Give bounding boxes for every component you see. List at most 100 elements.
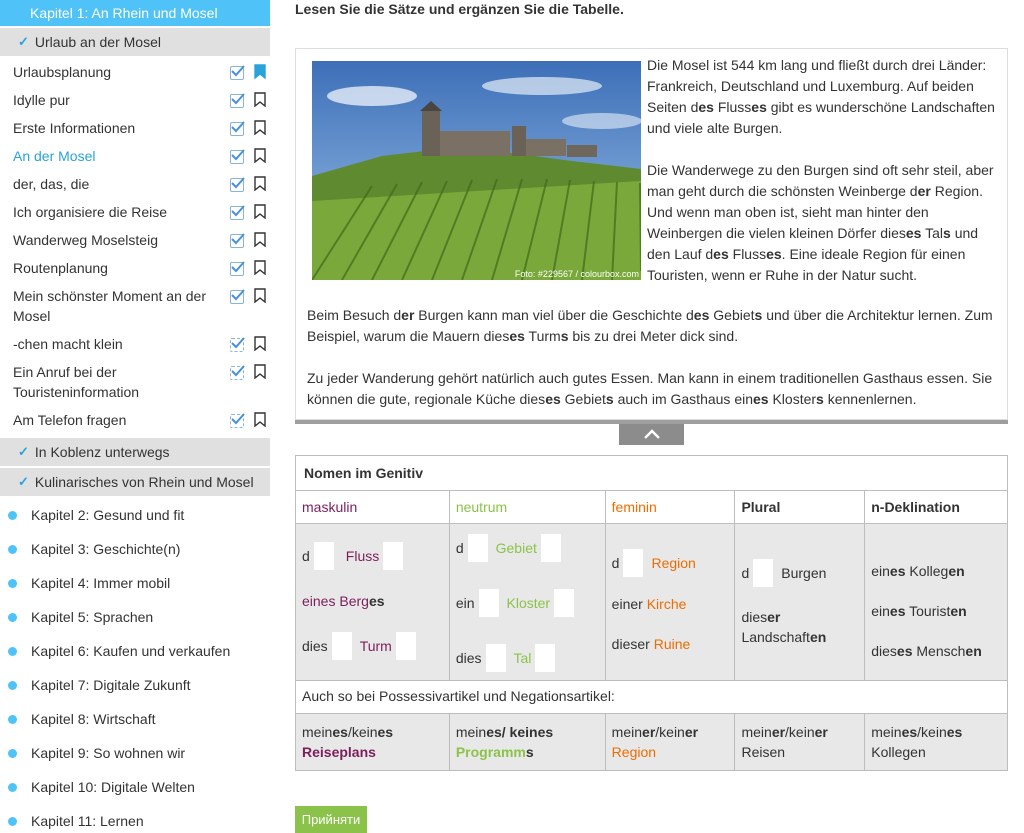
gap-input[interactable] bbox=[485, 644, 506, 672]
cell-plural: d Burgen dieser Landschaften bbox=[734, 523, 866, 681]
lesson-item[interactable]: Mein schönster Moment an der Mosel bbox=[0, 282, 270, 330]
word-ending: es bbox=[377, 724, 394, 740]
chapter-item[interactable]: Kapitel 7: Digitale Zukunft bbox=[0, 668, 270, 702]
bookmark-icon[interactable] bbox=[254, 120, 266, 138]
chapter-label: Kapitel 3: Geschichte(n) bbox=[31, 541, 181, 557]
lesson-item[interactable]: der, das, die bbox=[0, 170, 270, 198]
chapter-item[interactable]: Kapitel 2: Gesund und fit bbox=[0, 498, 270, 532]
table-note: Auch so bei Possessivartikel und Negatio… bbox=[295, 680, 1008, 714]
gap-input[interactable] bbox=[313, 542, 334, 570]
dot-icon bbox=[8, 680, 17, 690]
check-icon: ✓ bbox=[18, 474, 29, 489]
chevron-up-icon bbox=[643, 429, 660, 439]
gap-input[interactable] bbox=[383, 542, 404, 570]
lesson-item[interactable]: Ein Anruf bei der Touristeninformation bbox=[0, 358, 270, 406]
completed-check-icon bbox=[230, 205, 245, 220]
gap-input[interactable] bbox=[467, 534, 488, 562]
gap-input[interactable] bbox=[395, 632, 416, 660]
word-ending-es: es bbox=[368, 593, 385, 609]
word-burgen: Burgen bbox=[781, 565, 827, 581]
row-region: d Region bbox=[612, 547, 729, 579]
bookmark-icon[interactable] bbox=[254, 92, 266, 110]
lesson-label: Ein Anruf bei der Touristeninformation bbox=[13, 364, 140, 400]
mosel-photo: Foto: #229567 / colourbox.com bbox=[312, 61, 641, 280]
chapter-item[interactable]: Kapitel 9: So wohnen wir bbox=[0, 736, 270, 770]
lesson-item[interactable]: -chen macht klein bbox=[0, 330, 270, 358]
lesson-list: Urlaubsplanung Idylle pur Erste Informatio… bbox=[0, 58, 270, 434]
lesson-item[interactable]: An der Mosel bbox=[0, 142, 270, 170]
word-gebiet: Gebiet bbox=[495, 540, 537, 556]
bookmark-icon[interactable] bbox=[254, 288, 266, 306]
lesson-label: Am Telefon fragen bbox=[13, 412, 127, 428]
section-urlaub[interactable]: ✓ Urlaub an der Mosel bbox=[0, 28, 270, 56]
row-berges: eines Berg es bbox=[302, 585, 443, 617]
word-ending-en: en bbox=[809, 629, 827, 645]
gap-input[interactable] bbox=[554, 589, 575, 617]
chapter-item[interactable]: Kapitel 6: Kaufen und verkaufen bbox=[0, 634, 270, 668]
active-chapter[interactable]: Kapitel 1: An Rhein und Mosel bbox=[0, 0, 270, 26]
check-icon: ✓ bbox=[18, 444, 29, 459]
word-part: /kein bbox=[785, 724, 815, 740]
row-fluss: d Fluss bbox=[302, 540, 443, 572]
bookmark-icon[interactable] bbox=[254, 336, 266, 354]
chapter-item[interactable]: Kapitel 8: Wirtschaft bbox=[0, 702, 270, 736]
chapter-item[interactable]: Kapitel 4: Immer mobil bbox=[0, 566, 270, 600]
lesson-item[interactable]: Am Telefon fragen bbox=[0, 406, 270, 434]
lesson-item[interactable]: Ich organisiere die Reise bbox=[0, 198, 270, 226]
chapter-item[interactable]: Kapitel 10: Digitale Welten bbox=[0, 770, 270, 804]
chapter-item[interactable]: Kapitel 5: Sprachen bbox=[0, 600, 270, 634]
chapter-item[interactable]: Kapitel 3: Geschichte(n) bbox=[0, 532, 270, 566]
completed-check-icon bbox=[230, 177, 245, 192]
bookmark-icon[interactable] bbox=[254, 260, 266, 278]
chapter-label: Kapitel 2: Gesund und fit bbox=[31, 507, 185, 523]
section-koblenz[interactable]: ✓ In Koblenz unterwegs bbox=[0, 438, 270, 466]
section-kulinarisches[interactable]: ✓ Kulinarisches von Rhein und Mosel bbox=[0, 468, 270, 496]
word-fluss: Fluss bbox=[345, 548, 380, 564]
chapter-label: Kapitel 4: Immer mobil bbox=[31, 575, 171, 591]
cell-maskulin: d Fluss eines Berg es dies Turm bbox=[295, 523, 450, 681]
word-region: Region bbox=[651, 555, 696, 571]
gap-input[interactable] bbox=[540, 534, 561, 562]
lesson-item[interactable]: Wanderweg Moselsteig bbox=[0, 226, 270, 254]
word-ending: er bbox=[771, 724, 786, 740]
dot-icon bbox=[8, 816, 17, 826]
lesson-label: der, das, die bbox=[13, 176, 90, 192]
section-label: Urlaub an der Mosel bbox=[34, 34, 161, 50]
gap-input[interactable] bbox=[331, 632, 352, 660]
lesson-item[interactable]: Erste Informationen bbox=[0, 114, 270, 142]
text-paragraph-4: Zu jeder Wanderung gehört natürlich auch… bbox=[307, 370, 993, 407]
header-feminin: feminin bbox=[604, 490, 736, 524]
gap-input[interactable] bbox=[753, 559, 774, 587]
accept-button[interactable]: Прийняти bbox=[295, 806, 367, 833]
header-maskulin: maskulin bbox=[295, 490, 450, 524]
castle-vineyard-image bbox=[312, 61, 641, 280]
bookmark-icon[interactable] bbox=[254, 64, 266, 82]
bookmark-icon[interactable] bbox=[254, 204, 266, 222]
word-kirche: Kirche bbox=[646, 596, 687, 612]
lesson-label: Idylle pur bbox=[13, 92, 70, 108]
bookmark-icon[interactable] bbox=[254, 176, 266, 194]
foot-neutrum: meines/ keines Programms bbox=[448, 713, 606, 771]
chapter-label: Kapitel 10: Digitale Welten bbox=[31, 779, 195, 795]
word-ending: en bbox=[950, 603, 967, 619]
lesson-item[interactable]: Urlaubsplanung bbox=[0, 58, 270, 86]
completed-check-icon bbox=[230, 365, 245, 380]
lesson-item[interactable]: Routenplanung bbox=[0, 254, 270, 282]
row-tal: dies Tal bbox=[456, 642, 599, 674]
completed-check-icon bbox=[230, 289, 245, 304]
chapter-item[interactable]: Kapitel 11: Lernen bbox=[0, 804, 270, 833]
gap-input[interactable] bbox=[478, 589, 499, 617]
dot-icon bbox=[8, 646, 17, 656]
completed-check-icon bbox=[230, 261, 245, 276]
lesson-item[interactable]: Idylle pur bbox=[0, 86, 270, 114]
collapse-button[interactable] bbox=[619, 424, 684, 445]
lesson-label: An der Mosel bbox=[13, 148, 96, 164]
bookmark-icon[interactable] bbox=[254, 148, 266, 166]
word-region: Region bbox=[611, 744, 657, 760]
bookmark-icon[interactable] bbox=[254, 412, 266, 430]
gap-input[interactable] bbox=[535, 644, 556, 672]
dot-icon bbox=[8, 544, 17, 554]
bookmark-icon[interactable] bbox=[254, 364, 266, 382]
gap-input[interactable] bbox=[623, 549, 644, 577]
bookmark-icon[interactable] bbox=[254, 232, 266, 250]
